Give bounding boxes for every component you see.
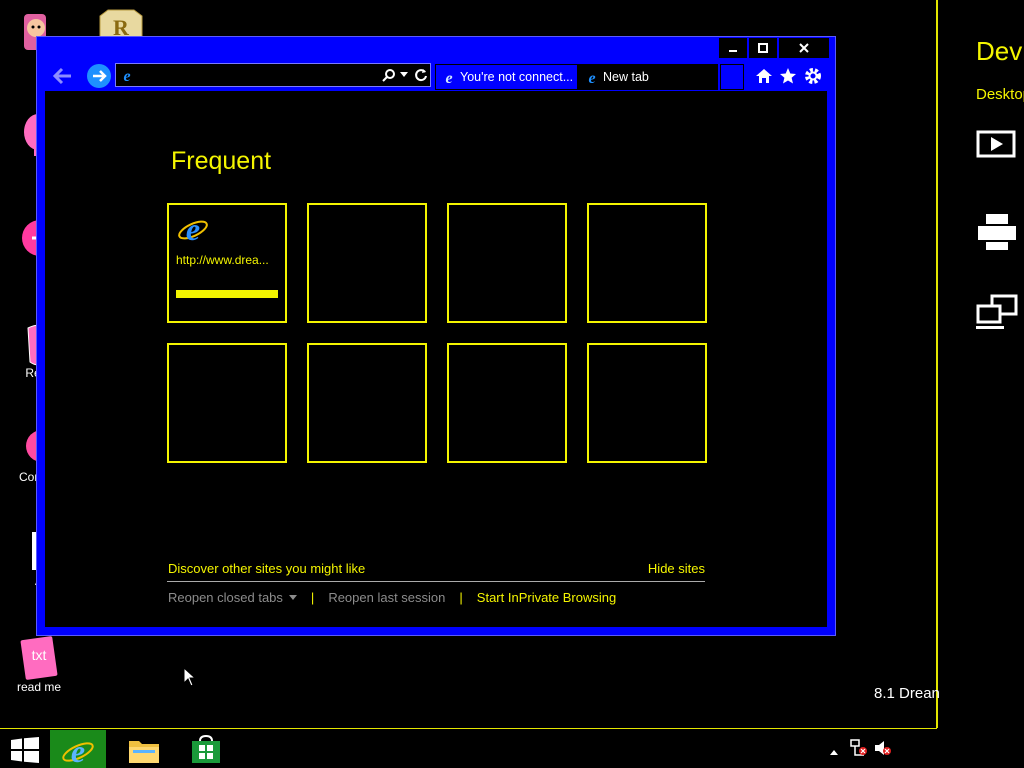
desktop-icon-read-me[interactable]: txt read me: [1, 636, 77, 694]
ie-tab-icon: e: [588, 70, 595, 85]
frequent-tile[interactable]: [307, 343, 427, 463]
ie-tab-icon: e: [445, 70, 452, 85]
maximize-icon[interactable]: [749, 38, 777, 58]
forward-button[interactable]: [87, 64, 111, 88]
desktop-icon-label: read me: [16, 680, 62, 694]
home-icon[interactable]: [752, 64, 776, 88]
tile-usage-bar: [176, 290, 278, 298]
ie-page-icon: e: [123, 68, 130, 83]
svg-text:e: e: [71, 734, 85, 766]
text-file-icon: txt: [19, 636, 59, 680]
network-icon[interactable]: [850, 739, 868, 762]
session-links: Reopen closed tabs | Reopen last session…: [168, 590, 616, 605]
ie-window: e e You're not connect... e New tab Freq…: [36, 36, 836, 636]
start-icon: [11, 736, 39, 763]
new-tab-button[interactable]: [720, 64, 744, 90]
dropdown-chevron-icon[interactable]: [400, 72, 408, 78]
volume-muted-icon[interactable]: [874, 739, 892, 762]
show-hidden-icons-icon[interactable]: [829, 743, 839, 761]
discover-sites-link[interactable]: Discover other sites you might like: [168, 561, 365, 576]
search-icon[interactable]: [382, 68, 396, 82]
file-explorer-icon: [129, 740, 159, 763]
svg-text:e: e: [588, 70, 595, 85]
tab-title: You're not connect...: [460, 70, 574, 84]
mouse-cursor-icon: [183, 667, 197, 687]
close-icon[interactable]: [779, 38, 829, 58]
svg-text:R: R: [113, 15, 130, 38]
favorites-star-icon[interactable]: [776, 64, 800, 88]
back-arrow-icon: [52, 67, 71, 85]
svg-text:e: e: [186, 212, 200, 244]
print-icon[interactable]: [976, 212, 1024, 252]
store-icon: [192, 734, 220, 763]
taskbar-explorer-button[interactable]: [124, 730, 164, 768]
separator: |: [310, 590, 315, 605]
forward-arrow-icon: [93, 70, 107, 82]
frequent-heading: Frequent: [171, 147, 272, 175]
frequent-tile[interactable]: [587, 203, 707, 323]
window-controls: [717, 38, 829, 58]
tab-title: New tab: [603, 70, 649, 84]
os-watermark: 8.1 Drean: [874, 685, 940, 702]
tile-url: http://www.drea...: [176, 253, 269, 267]
chevron-down-icon[interactable]: [288, 594, 297, 601]
back-button[interactable]: [51, 64, 75, 88]
play-to-icon[interactable]: [976, 128, 1024, 168]
hide-sites-link[interactable]: Hide sites: [648, 561, 705, 576]
reopen-last-session-link[interactable]: Reopen last session: [328, 590, 445, 605]
tab-new-tab[interactable]: e New tab: [578, 64, 718, 90]
new-tab-page: Frequent e http://www.drea... Discover o…: [45, 91, 827, 627]
address-input[interactable]: [140, 66, 370, 84]
charm-title: Devi: [976, 36, 1024, 66]
separator: |: [459, 590, 463, 605]
tab-not-connected[interactable]: e You're not connect...: [435, 64, 578, 90]
ie-icon: e: [62, 734, 94, 766]
ie-site-icon: e: [178, 212, 208, 244]
svg-text:e: e: [445, 70, 452, 85]
reopen-closed-tabs-link[interactable]: Reopen closed tabs: [168, 590, 283, 605]
divider: [167, 581, 705, 582]
refresh-icon[interactable]: [414, 68, 428, 82]
minimize-icon[interactable]: [719, 38, 747, 58]
frequent-tile[interactable]: [167, 343, 287, 463]
charm-subtitle: Desktop: [976, 86, 1024, 103]
taskbar: e: [0, 728, 937, 768]
frequent-tile[interactable]: e http://www.drea...: [167, 203, 287, 323]
start-button[interactable]: [8, 730, 42, 768]
frequent-tile[interactable]: [307, 203, 427, 323]
project-icon[interactable]: [976, 294, 1024, 334]
frequent-tile[interactable]: [447, 203, 567, 323]
svg-text:e: e: [123, 68, 130, 83]
svg-text:txt: txt: [32, 647, 47, 663]
taskbar-store-button[interactable]: [186, 730, 226, 768]
settings-gear-icon[interactable]: [801, 64, 825, 88]
inprivate-browsing-link[interactable]: Start InPrivate Browsing: [477, 590, 616, 605]
taskbar-ie-button[interactable]: e: [50, 730, 106, 768]
devices-charm-panel: Devi Desktop: [936, 0, 1024, 728]
frequent-tile[interactable]: [587, 343, 707, 463]
frequent-tile[interactable]: [447, 343, 567, 463]
address-bar[interactable]: e: [115, 63, 431, 87]
